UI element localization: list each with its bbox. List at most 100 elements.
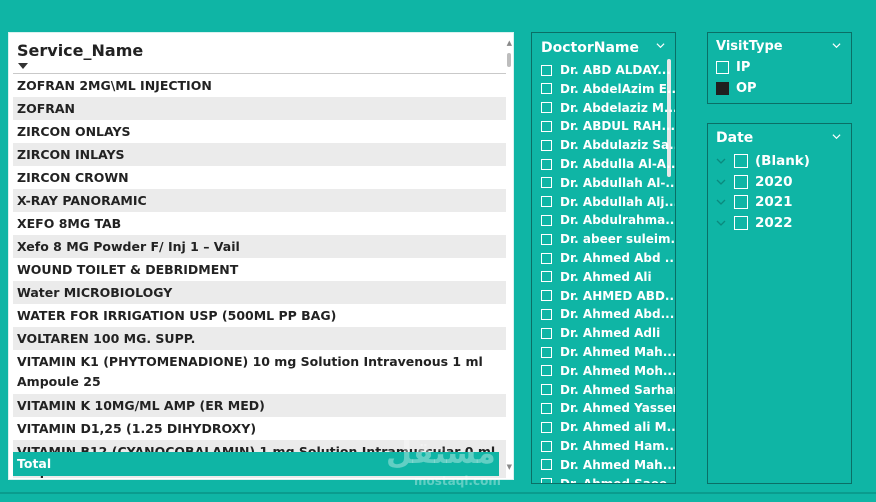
table-row[interactable]: VITAMIN K 10MG/ML AMP (ER MED) <box>13 394 506 417</box>
doctor-slicer-item[interactable]: Dr. Ahmed Mah... <box>541 457 676 472</box>
column-header-service-name[interactable]: Service_Name <box>13 36 506 74</box>
checkbox[interactable] <box>541 139 552 151</box>
checkbox[interactable] <box>541 459 552 471</box>
doctor-slicer-item[interactable]: Dr. ABD ALDAY... <box>541 63 671 77</box>
doctor-slicer-item[interactable]: Dr. Ahmed Abd ... <box>541 251 675 265</box>
checkbox[interactable] <box>541 384 552 396</box>
date-slicer-item-label: (Blank) <box>755 153 810 169</box>
expand-chevron-icon[interactable] <box>716 177 726 187</box>
checkbox[interactable] <box>541 102 552 114</box>
doctor-slicer-item-label: Dr. Ahmed Mah... <box>560 457 676 472</box>
table-row[interactable]: ZIRCON ONLAYS <box>13 120 506 143</box>
checkbox[interactable] <box>541 478 552 483</box>
doctor-slicer-item[interactable]: Dr. AbdelAzim E... <box>541 82 675 96</box>
doctor-slicer-item[interactable]: Dr. Abdelaziz M... <box>541 101 675 115</box>
table-row[interactable]: Water MICROBIOLOGY <box>13 281 506 304</box>
checkbox[interactable] <box>541 196 552 208</box>
checkbox[interactable] <box>541 271 552 283</box>
date-slicer-item[interactable]: 2022 <box>716 215 793 231</box>
checkbox[interactable] <box>541 290 552 302</box>
doctor-slicer-item-label: Dr. AHMED ABD... <box>560 288 676 303</box>
doctor-slicer-item-label: Dr. Abdulla Al-A... <box>560 157 676 171</box>
doctor-slicer-item-label: Dr. Ahmed Mah... <box>560 345 676 359</box>
doctor-slicer-item[interactable]: Dr. Ahmed Abd... <box>541 307 674 321</box>
expand-chevron-icon[interactable] <box>716 218 726 228</box>
doctor-slicer-item[interactable]: Dr. Ahmed Moh... <box>541 364 675 378</box>
doctor-slicer-item[interactable]: Dr. Ahmed Yasser <box>541 401 675 415</box>
chevron-down-icon[interactable] <box>832 41 841 50</box>
slicer-title: DoctorName <box>541 40 639 56</box>
checkbox[interactable] <box>734 195 748 209</box>
chevron-down-icon[interactable] <box>832 132 841 141</box>
checkbox[interactable] <box>716 82 729 95</box>
table-row[interactable]: ZOFRAN 2MG\ML INJECTION <box>13 74 506 97</box>
scroll-up-icon[interactable]: ▲ <box>507 39 512 47</box>
table-row[interactable]: ZIRCON CROWN <box>13 166 506 189</box>
table-row[interactable]: ZIRCON INLAYS <box>13 143 506 166</box>
checkbox[interactable] <box>541 214 552 226</box>
date-slicer-item[interactable]: (Blank) <box>716 153 810 169</box>
checkbox[interactable] <box>541 158 552 170</box>
expand-chevron-icon[interactable] <box>716 156 726 166</box>
table-scrollbar[interactable] <box>507 53 511 473</box>
expand-chevron-icon[interactable] <box>716 197 726 207</box>
checkbox[interactable] <box>541 177 552 189</box>
checkbox[interactable] <box>541 440 552 452</box>
table-row[interactable]: VOLTAREN 100 MG. SUPP. <box>13 327 506 350</box>
doctor-slicer-item-label: Dr. Ahmed Sarhan <box>560 382 676 397</box>
table-body: Service_Name ZOFRAN 2MG\ML INJECTION ZOFR… <box>13 36 506 478</box>
slicer-title: VisitType <box>716 39 783 54</box>
checkbox[interactable] <box>541 83 552 95</box>
date-slicer-item[interactable]: 2021 <box>716 194 793 210</box>
doctor-slicer-item[interactable]: Dr. AHMED ABD... <box>541 288 676 303</box>
doctor-slicer-item[interactable]: Dr. Ahmed Ham... <box>541 439 675 453</box>
checkbox[interactable] <box>734 154 748 168</box>
checkbox[interactable] <box>716 61 729 74</box>
doctor-slicer-item[interactable]: Dr. Abdullah Al-... <box>541 175 676 190</box>
checkbox[interactable] <box>541 421 552 433</box>
doctor-slicer-item[interactable]: Dr. Abdulaziz Sa... <box>541 138 675 152</box>
table-row[interactable]: ZOFRAN <box>13 97 506 120</box>
doctor-slicer-item[interactable]: Dr. Abdulrahma... <box>541 213 675 227</box>
doctor-slicer-item-label: Dr. Ahmed Adli <box>560 326 661 341</box>
checkbox[interactable] <box>541 365 552 377</box>
table-row[interactable]: WOUND TOILET & DEBRIDMENT <box>13 258 506 281</box>
doctor-slicer-item[interactable]: Dr. Ahmed Sarhan <box>541 382 676 397</box>
scrollbar-thumb[interactable] <box>507 53 511 67</box>
table-row[interactable]: VITAMIN K1 (PHYTOMENADIONE) 10 mg Soluti… <box>13 350 506 394</box>
table-row[interactable]: WATER FOR IRRIGATION USP (500ML PP BAG) <box>13 304 506 327</box>
table-row[interactable]: X-RAY PANORAMIC <box>13 189 506 212</box>
doctor-slicer-item[interactable]: Dr. ABDUL RAH... <box>541 119 675 133</box>
checkbox[interactable] <box>541 346 552 358</box>
checkbox[interactable] <box>734 215 748 230</box>
chevron-down-icon[interactable] <box>656 41 665 50</box>
doctor-slicer-item[interactable]: Dr. Ahmed Mah... <box>541 345 676 359</box>
doctor-slicer-item[interactable]: Dr. Abdullah Alj... <box>541 194 676 209</box>
doctor-slicer-item[interactable]: Dr. Ahmed Adli <box>541 326 660 340</box>
doctor-slicer-item-label: Dr. Abdullah Alj... <box>560 194 676 209</box>
doctor-slicer-item[interactable]: Dr. Abdulla Al-A... <box>541 157 676 171</box>
doctor-slicer-item[interactable]: Dr. Ahmed ali M... <box>541 420 675 434</box>
visit-type-slicer-item[interactable]: IP <box>716 60 750 75</box>
doctor-slicer-item-label: Dr. Abdullah Al-... <box>560 175 676 190</box>
scroll-down-icon[interactable]: ▼ <box>507 463 512 471</box>
checkbox[interactable] <box>541 402 552 414</box>
visit-type-slicer-item[interactable]: OP <box>716 81 757 96</box>
checkbox[interactable] <box>541 252 552 264</box>
checkbox[interactable] <box>541 233 552 245</box>
visit-type-slicer-item-label: IP <box>736 60 751 75</box>
checkbox[interactable] <box>541 327 552 339</box>
doctor-slicer-item[interactable]: Dr. Ahmed Saee... <box>541 477 675 483</box>
table-row[interactable]: Xefo 8 MG Powder F/ Inj 1 – Vail <box>13 235 506 258</box>
checkbox[interactable] <box>541 120 552 132</box>
checkbox[interactable] <box>541 64 552 76</box>
date-slicer-item[interactable]: 2020 <box>716 174 793 190</box>
checkbox[interactable] <box>541 308 552 320</box>
table-row[interactable]: XEFO 8MG TAB <box>13 212 506 235</box>
sort-descending-icon[interactable] <box>18 63 28 69</box>
doctor-slicer-item[interactable]: Dr. abeer suleim... <box>541 232 675 246</box>
checkbox[interactable] <box>734 174 748 189</box>
visit-type-slicer: VisitType IP OP <box>707 32 852 104</box>
doctor-slicer-item[interactable]: Dr. Ahmed Ali <box>541 270 652 284</box>
slicer-title: Date <box>716 130 754 146</box>
